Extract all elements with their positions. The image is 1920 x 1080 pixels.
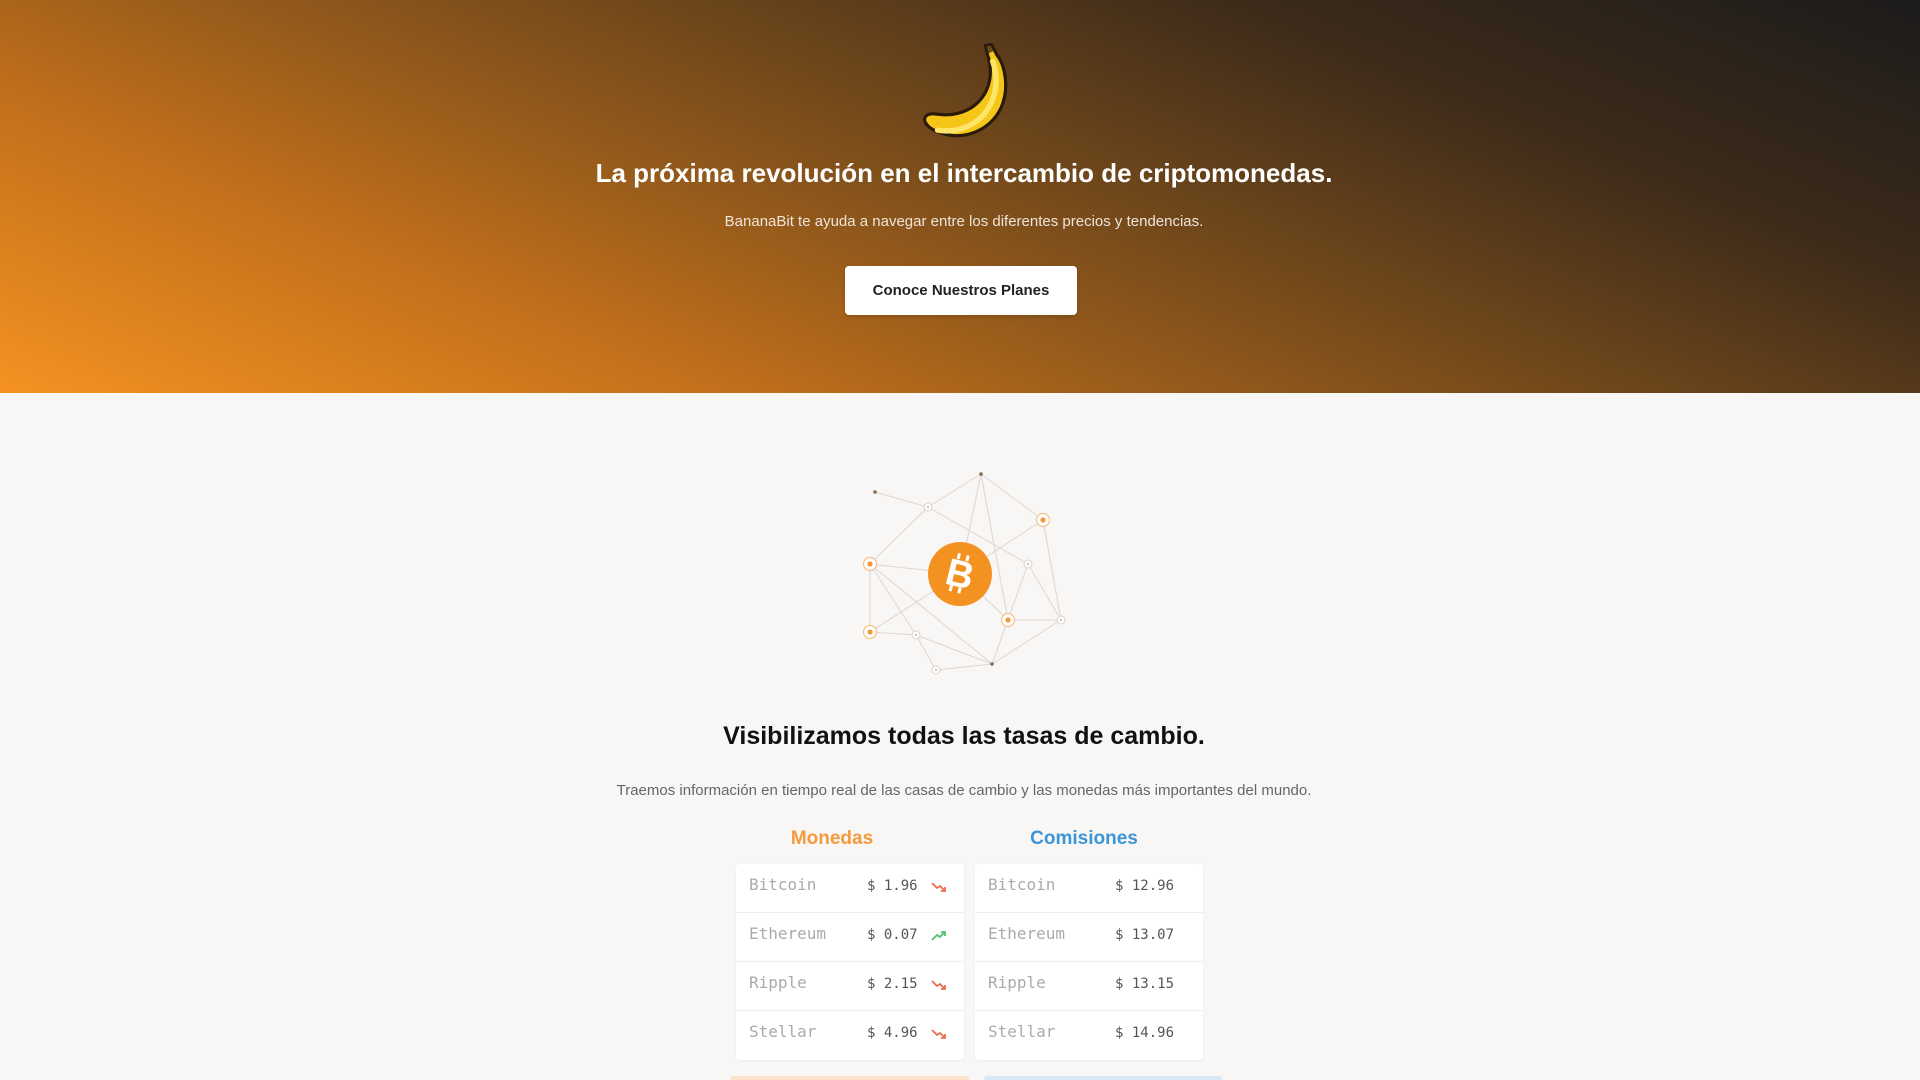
table-row: Ethereum $ 13.07 [975,913,1203,962]
coin-name: Stellar [749,1022,817,1041]
trend-down-icon [931,1029,946,1039]
coin-name: Bitcoin [988,875,1056,894]
coin-price: $ 1.96 [867,878,918,894]
monedas-action-bar[interactable] [731,1076,969,1080]
comisiones-action-bar[interactable] [984,1076,1222,1080]
table-row: Bitcoin $ 1.96 [736,864,964,913]
table-row: Ripple $ 13.15 [975,962,1203,1011]
hero-title: La próxima revolución en el intercambio … [595,158,1333,188]
bitcoin-icon: B [928,542,992,606]
network-graphic: B [862,472,1066,675]
commission-price: $ 13.07 [1115,927,1175,943]
monedas-title: Monedas [790,828,874,849]
trend-down-icon [931,882,946,892]
coin-price: $ 0.07 [867,927,918,943]
coin-price: $ 4.96 [867,1025,918,1041]
table-row: Stellar $ 14.96 [975,1011,1203,1060]
hero-section: La próxima revolución en el intercambio … [0,0,1920,393]
commission-price: $ 13.15 [1115,976,1175,992]
comisiones-table: Bitcoin $ 12.96 Ethereum $ 13.07 Ripple … [975,864,1203,1060]
section-title: Visibilizamos todas las tasas de cambio. [723,722,1205,750]
coin-name: Ethereum [988,924,1066,943]
coin-price: $ 2.15 [867,976,918,992]
trend-up-icon [931,931,946,941]
trend-down-icon [931,980,946,990]
table-row: Bitcoin $ 12.96 [975,864,1203,913]
hero-subtitle: BananaBit te ayuda a navegar entre los d… [724,213,1204,230]
monedas-table: Bitcoin $ 1.96 Ethereum $ 0.07 Ripple $ … [736,864,964,1060]
section-subtitle: Traemos información en tiempo real de la… [616,782,1312,799]
coin-name: Stellar [988,1022,1056,1041]
plans-button[interactable]: Conoce Nuestros Planes [845,266,1077,315]
commission-price: $ 12.96 [1115,878,1175,894]
coin-name: Ethereum [749,924,827,943]
coin-name: Ripple [988,973,1046,992]
coin-name: Ripple [749,973,807,992]
table-row: Ripple $ 2.15 [736,962,964,1011]
banana-icon [923,42,1008,138]
commission-price: $ 14.96 [1115,1025,1175,1041]
table-row: Ethereum $ 0.07 [736,913,964,962]
comisiones-title: Comisiones [1030,828,1138,849]
table-row: Stellar $ 4.96 [736,1011,964,1060]
coin-name: Bitcoin [749,875,817,894]
